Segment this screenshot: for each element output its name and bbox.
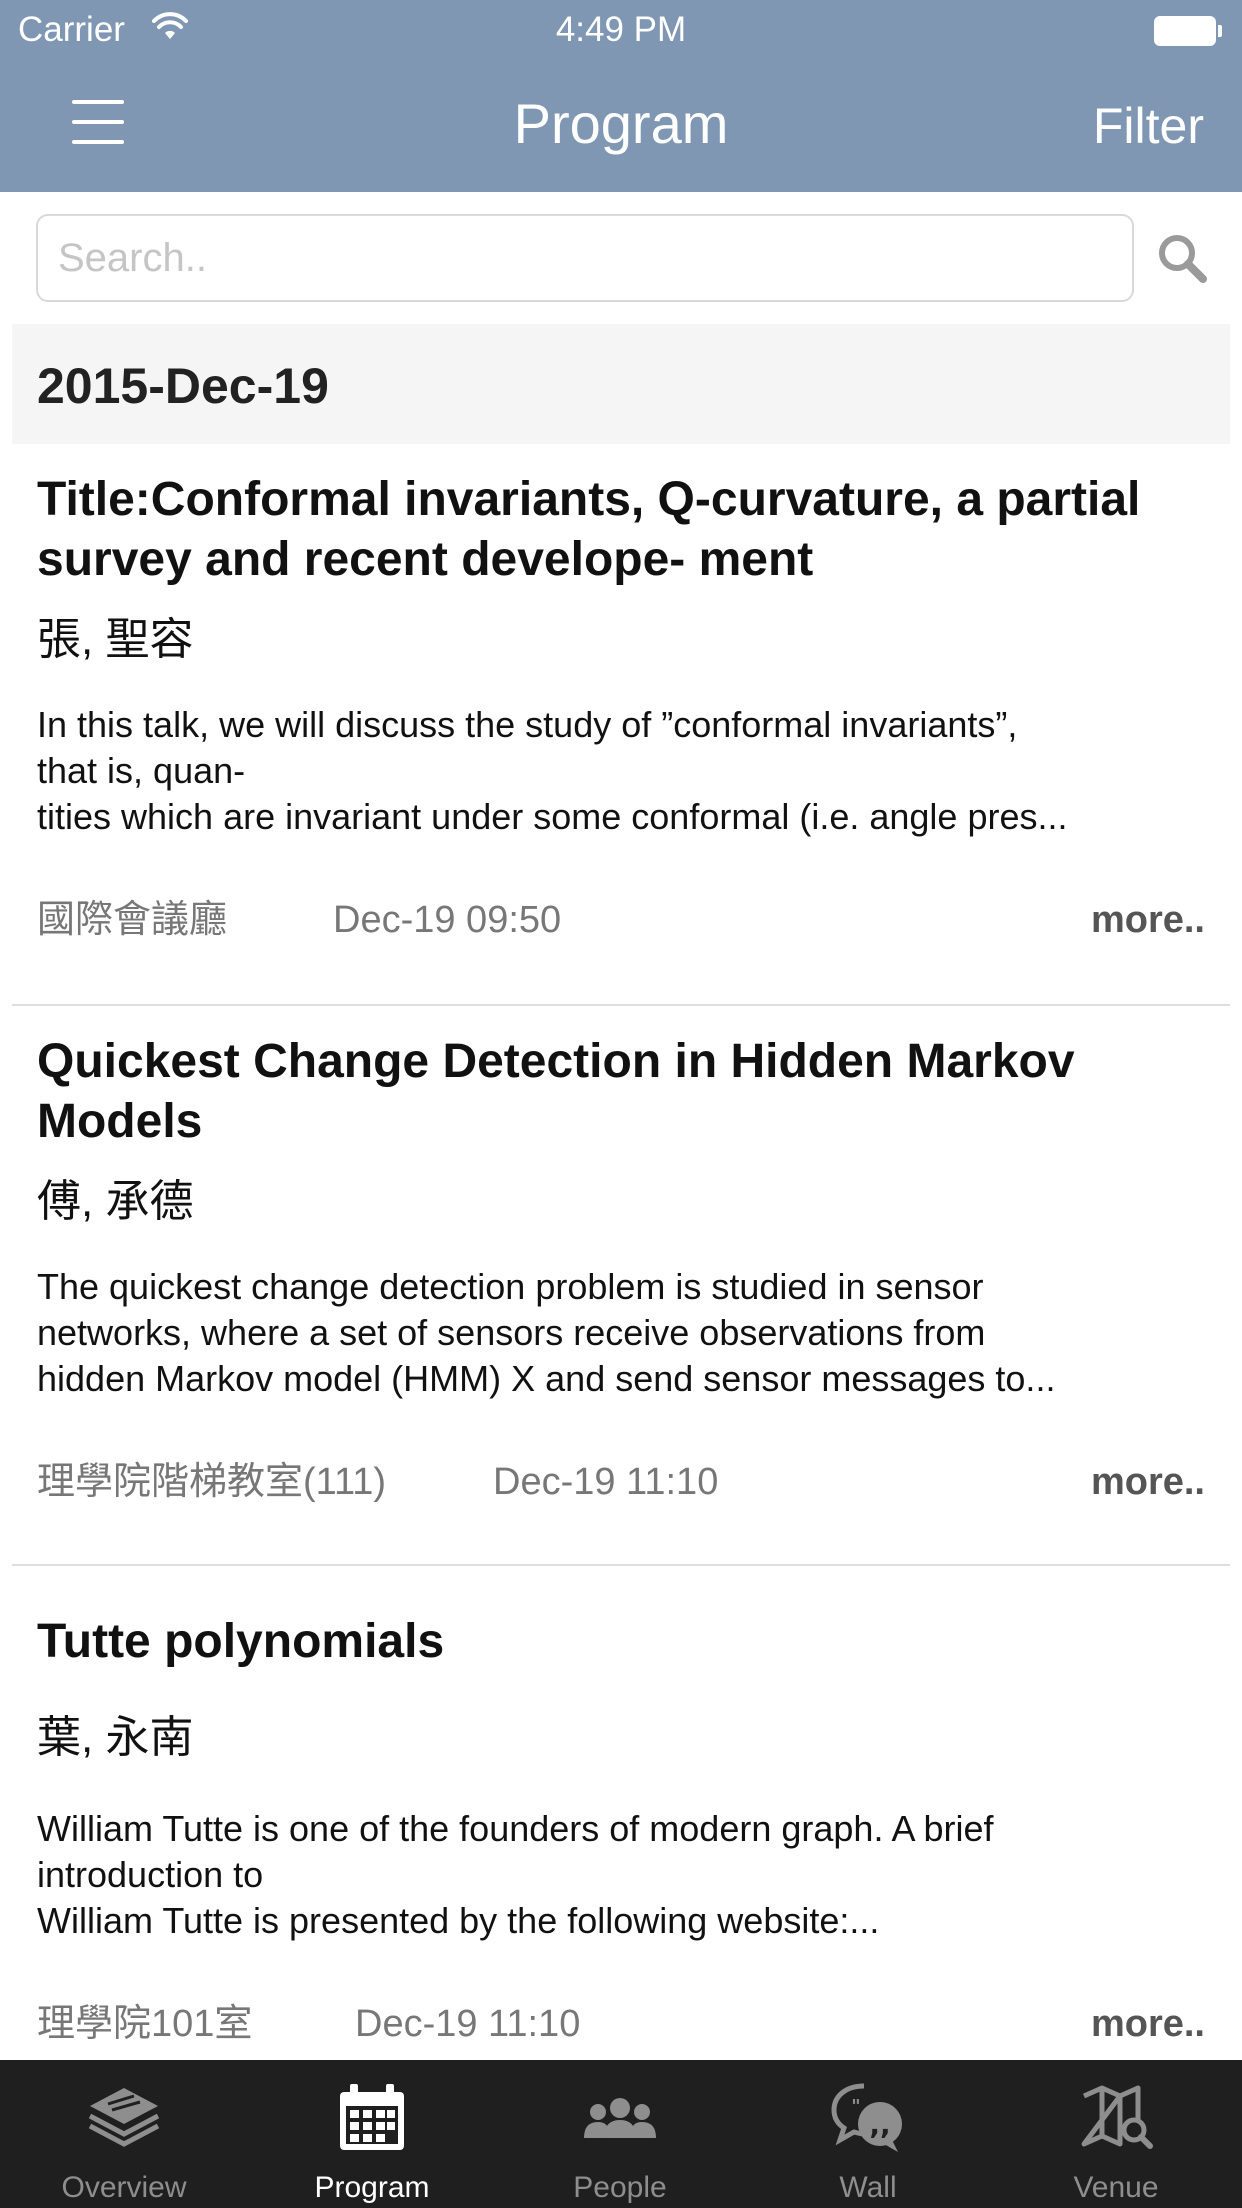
talk-abstract: The quickest change detection problem is… <box>37 1264 1205 1402</box>
venue-map-search-icon <box>1081 2085 1153 2149</box>
overview-layers-icon <box>88 2088 160 2147</box>
talk-time: Dec-19 11:10 <box>355 2003 581 2045</box>
filter-button[interactable]: Filter <box>1093 92 1204 160</box>
talk-meta: 國際會議廳 Dec-19 09:50 more.. <box>37 892 1205 948</box>
tab-label: Venue <box>1073 2171 1159 2204</box>
talk-title: Title:Conformal invariants, Q-curvature,… <box>37 473 1141 586</box>
program-calendar-icon <box>340 2084 404 2150</box>
talk-time: Dec-19 09:50 <box>333 899 562 941</box>
list-item[interactable]: Tutte polynomials 葉, 永南 William Tutte is… <box>12 1566 1230 2060</box>
list-item[interactable]: Title:Conformal invariants, Q-curvature,… <box>12 444 1230 1006</box>
more-link[interactable]: more.. <box>1091 1996 1205 2052</box>
search-icon[interactable] <box>1156 232 1208 284</box>
status-time: 4:49 PM <box>555 10 687 49</box>
talk-speaker: 葉, 永南 <box>37 1713 194 1762</box>
navigation-bar: Carrier 4:49 PM Program Filter <box>0 0 1242 192</box>
abstract-line: In this talk, we will discuss the study … <box>37 704 1018 745</box>
abstract-line: introduction to <box>37 1854 264 1895</box>
talk-speaker: 張, 聖容 <box>37 615 194 664</box>
status-bar: Carrier 4:49 PM <box>0 0 1242 60</box>
tab-label: Overview <box>61 2171 187 2204</box>
talk-time: Dec-19 11:10 <box>493 1461 719 1503</box>
tab-venue[interactable]: Venue <box>992 2060 1240 2208</box>
talk-meta: 理學院101室 Dec-19 11:10 more.. <box>37 1996 1205 2052</box>
svg-text:,,: ,, <box>869 2108 890 2141</box>
more-link[interactable]: more.. <box>1091 1454 1205 1510</box>
talk-room: 國際會議廳 <box>37 899 228 941</box>
tab-label: Wall <box>839 2171 897 2204</box>
search-bar <box>0 192 1242 322</box>
tab-program[interactable]: Program <box>248 2060 496 2208</box>
abstract-line: hidden Markov model (HMM) X and send sen… <box>37 1358 1056 1399</box>
svg-text:": " <box>851 2096 860 2117</box>
abstract-line: networks, where a set of sensors receive… <box>37 1312 986 1353</box>
abstract-line: The quickest change detection problem is… <box>37 1266 984 1307</box>
abstract-line: that is, quan- <box>37 750 246 791</box>
list-item[interactable]: Quickest Change Detection in Hidden Mark… <box>12 1006 1230 1566</box>
wall-chat-bubble-icon: ,, " <box>831 2083 902 2152</box>
more-link[interactable]: more.. <box>1091 892 1205 948</box>
talk-abstract: In this talk, we will discuss the study … <box>37 702 1205 840</box>
abstract-line: William Tutte is presented by the follow… <box>37 1900 880 1941</box>
program-list: 2015-Dec-19 Title:Conformal invariants, … <box>12 324 1230 2060</box>
tab-overview[interactable]: Overview <box>0 2060 248 2208</box>
talk-title: Quickest Change Detection in Hidden Mark… <box>37 1035 1075 1148</box>
people-group-icon <box>584 2098 656 2138</box>
talk-abstract: William Tutte is one of the founders of … <box>37 1806 1205 1944</box>
abstract-line: William Tutte is one of the founders of … <box>37 1808 994 1849</box>
tab-label: People <box>573 2171 667 2204</box>
tab-wall[interactable]: ,, " Wall <box>744 2060 992 2208</box>
search-input[interactable] <box>36 214 1134 302</box>
tab-people[interactable]: People <box>496 2060 744 2208</box>
battery-icon <box>1154 16 1222 46</box>
abstract-line: tities which are invariant under some co… <box>37 796 1068 837</box>
talk-speaker: 傅, 承德 <box>37 1177 194 1226</box>
talk-title: Tutte polynomials <box>37 1615 445 1668</box>
tab-label: Program <box>314 2171 430 2204</box>
page-title: Program <box>513 92 729 155</box>
date-section-header: 2015-Dec-19 <box>12 324 1230 444</box>
tab-bar: Overview Program People ,, " Wall Venue <box>0 2060 1242 2208</box>
talk-room: 理學院101室 <box>37 2003 253 2045</box>
talk-meta: 理學院階梯教室(111) Dec-19 11:10 more.. <box>37 1454 1205 1510</box>
talk-room: 理學院階梯教室(111) <box>37 1461 387 1503</box>
